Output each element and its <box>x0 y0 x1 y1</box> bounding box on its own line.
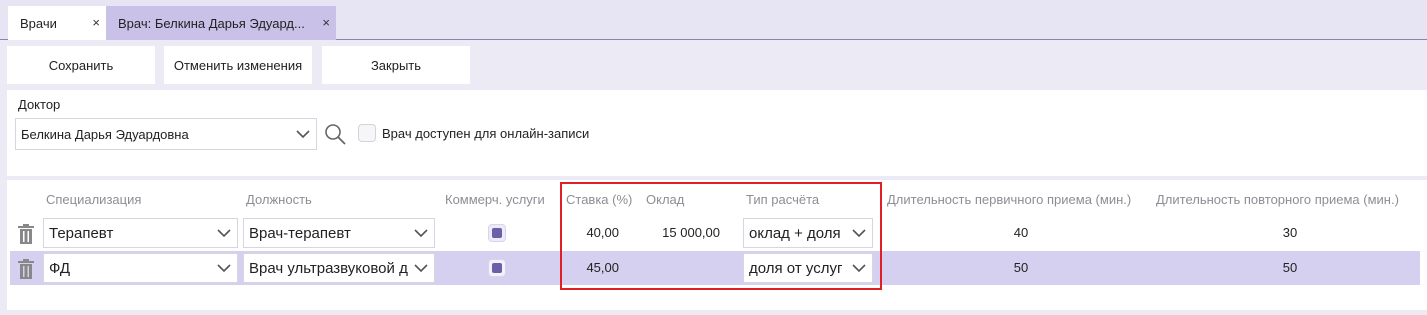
table-row[interactable]: Терапевт Врач-терапевт 40,00 15 000,00 о… <box>10 216 1420 250</box>
salary-cell[interactable]: 15 000,00 <box>640 225 720 240</box>
header-repeat-duration[interactable]: Длительность повторного приема (мин.) <box>1156 192 1399 207</box>
close-button[interactable]: Закрыть <box>322 46 470 84</box>
rate-cell[interactable]: 40,00 <box>563 225 619 240</box>
chevron-down-icon <box>217 229 231 238</box>
first-duration-cell[interactable]: 40 <box>888 225 1154 240</box>
doctor-select-value: Белкина Дарья Эдуардовна <box>21 126 189 142</box>
doctor-panel: Доктор Белкина Дарья Эдуардовна Врач дос… <box>7 90 1427 176</box>
calc-type-select[interactable]: доля от услуг <box>743 253 873 283</box>
header-salary[interactable]: Оклад <box>646 192 684 207</box>
header-first-duration[interactable]: Длительность первичного приема (мин.) <box>887 192 1131 207</box>
checkbox-box[interactable] <box>358 124 376 142</box>
header-commercial[interactable]: Коммерч. услуги <box>445 192 545 207</box>
chevron-down-icon <box>296 130 310 139</box>
specialization-value: ФД <box>49 259 71 277</box>
position-select[interactable]: Врач-терапевт <box>243 218 435 248</box>
specialization-select[interactable]: Терапевт <box>43 218 238 248</box>
commercial-checkbox[interactable] <box>488 224 506 242</box>
chevron-down-icon <box>414 264 428 273</box>
chevron-down-icon <box>414 229 428 238</box>
table-row[interactable]: ФД Врач ультразвуковой д 45,00 доля от у… <box>10 251 1420 285</box>
header-rate[interactable]: Ставка (%) <box>566 192 632 207</box>
chevron-down-icon <box>852 264 866 273</box>
doctor-label: Доктор <box>18 97 61 112</box>
tab-doctors-label: Врачи <box>20 15 57 31</box>
header-position[interactable]: Должность <box>246 192 312 207</box>
specializations-grid: Специализация Должность Коммерч. услуги … <box>7 180 1427 310</box>
header-specialization[interactable]: Специализация <box>46 192 141 207</box>
commercial-checkbox[interactable] <box>488 259 506 277</box>
repeat-duration-cell[interactable]: 50 <box>1158 260 1422 275</box>
online-booking-label: Врач доступен для онлайн-записи <box>382 125 590 141</box>
close-icon[interactable]: × <box>92 15 100 30</box>
position-value: Врач-терапевт <box>249 224 351 242</box>
chevron-down-icon <box>852 229 866 238</box>
specialization-select[interactable]: ФД <box>43 253 238 283</box>
calc-type-value: оклад + доля <box>749 224 841 242</box>
header-calc-type[interactable]: Тип расчёта <box>746 192 819 207</box>
trash-icon[interactable] <box>17 224 35 244</box>
position-value: Врач ультразвуковой д <box>249 259 408 277</box>
save-button[interactable]: Сохранить <box>7 46 155 84</box>
repeat-duration-cell[interactable]: 30 <box>1158 225 1422 240</box>
calc-type-select[interactable]: оклад + доля <box>743 218 873 248</box>
close-icon[interactable]: × <box>322 15 330 30</box>
tab-doctor-detail[interactable]: Врач: Белкина Дарья Эдуард... × <box>106 6 336 40</box>
doctor-select[interactable]: Белкина Дарья Эдуардовна <box>15 118 317 150</box>
chevron-down-icon <box>217 264 231 273</box>
rate-cell[interactable]: 45,00 <box>563 260 619 275</box>
cancel-changes-button[interactable]: Отменить изменения <box>164 46 312 84</box>
first-duration-cell[interactable]: 50 <box>888 260 1154 275</box>
online-booking-checkbox[interactable]: Врач доступен для онлайн-записи <box>358 124 589 142</box>
tab-doctor-detail-label: Врач: Белкина Дарья Эдуард... <box>118 15 305 31</box>
search-icon[interactable] <box>323 122 347 146</box>
tab-bar: Врачи × Врач: Белкина Дарья Эдуард... × <box>0 0 1427 40</box>
calc-type-value: доля от услуг <box>749 259 843 277</box>
specialization-value: Терапевт <box>49 224 114 242</box>
position-select[interactable]: Врач ультразвуковой д <box>243 253 435 283</box>
tab-doctors[interactable]: Врачи × <box>8 6 106 40</box>
trash-icon[interactable] <box>17 259 35 279</box>
